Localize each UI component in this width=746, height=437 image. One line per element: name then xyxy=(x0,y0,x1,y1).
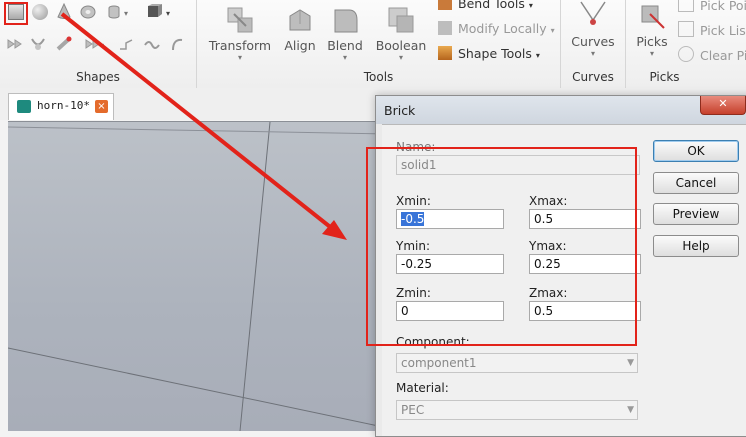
material-label: Material: xyxy=(396,381,449,395)
bend-tools-item[interactable]: Bend Tools ▾ xyxy=(438,0,533,11)
wave-icon[interactable] xyxy=(144,36,160,52)
rotate-profile-icon[interactable] xyxy=(6,36,22,52)
shapes-group: ▾ ▾ ▾ Shapes xyxy=(0,0,197,88)
material-dropdown-arrow-icon: ▼ xyxy=(627,405,634,415)
document-tab-label: horn-10* xyxy=(37,99,90,112)
blend-caret-icon: ▾ xyxy=(342,53,347,62)
project-wave-icon xyxy=(17,100,31,113)
picks-group: Picks ▾ Pick Poin Pick Lists Clear Pic P… xyxy=(626,0,746,88)
sweep-icon[interactable] xyxy=(56,36,72,52)
blend-button[interactable]: Blend ▾ xyxy=(325,4,365,63)
extrude-icon[interactable] xyxy=(146,3,162,19)
tools-group-label: Tools xyxy=(363,70,394,84)
brick-icon-highlight xyxy=(4,2,28,25)
ribbon: ▾ ▾ ▾ Shapes Transform ▾ Align Blend ▾ B… xyxy=(0,0,746,89)
dialog-close-icon[interactable]: ✕ xyxy=(700,96,746,115)
picks-group-label: Picks xyxy=(649,70,680,84)
preview-button[interactable]: Preview xyxy=(653,203,739,225)
component-select[interactable]: component1 ▼ xyxy=(396,353,638,373)
curves-icon xyxy=(577,0,609,32)
clear-picks-icon xyxy=(678,46,694,62)
pick-lists-label: Pick Lists xyxy=(700,23,746,38)
modify-locally-item[interactable]: Modify Locally ▾ xyxy=(438,21,555,36)
curves-group-label: Curves xyxy=(572,70,614,84)
pick-points-icon xyxy=(678,0,694,12)
picks-button[interactable]: Picks ▾ xyxy=(632,0,672,59)
material-select[interactable]: PEC ▼ xyxy=(396,400,638,420)
modify-locally-caret-icon: ▾ xyxy=(550,26,555,35)
boolean-button[interactable]: Boolean ▾ xyxy=(373,4,429,63)
blend-icon xyxy=(329,4,361,36)
picks-caret-icon: ▾ xyxy=(649,49,654,58)
pick-lists-item[interactable]: Pick Lists xyxy=(678,21,746,38)
modify-locally-label: Modify Locally xyxy=(458,21,547,36)
spline-icon[interactable] xyxy=(170,36,186,52)
curves-button[interactable]: Curves ▾ xyxy=(571,0,615,59)
bend-tools-caret-icon: ▾ xyxy=(528,1,533,10)
shape-tools-item[interactable]: Shape Tools ▾ xyxy=(438,46,540,61)
cancel-button[interactable]: Cancel xyxy=(653,172,739,194)
dialog-title: Brick xyxy=(384,103,416,118)
cone-icon[interactable] xyxy=(56,2,72,19)
curves-group: Curves ▾ Curves xyxy=(561,0,626,88)
modify-locally-icon xyxy=(438,21,452,35)
3d-viewport[interactable] xyxy=(8,121,388,431)
material-value: PEC xyxy=(401,403,425,417)
curves-label: Curves xyxy=(571,34,615,49)
align-icon xyxy=(284,4,316,36)
component-dropdown-arrow-icon: ▼ xyxy=(627,358,634,368)
boolean-label: Boolean xyxy=(375,38,427,53)
model-edge-diagonal xyxy=(8,347,388,429)
transform-button[interactable]: Transform ▾ xyxy=(205,4,275,63)
cylinder-icon[interactable] xyxy=(106,4,122,20)
svg-text:▾: ▾ xyxy=(100,41,104,50)
shape-tools-label: Shape Tools xyxy=(458,46,532,61)
bend-tools-label: Bend Tools xyxy=(458,0,525,11)
align-button[interactable]: Align xyxy=(277,4,323,53)
pick-points-label: Pick Poin xyxy=(700,0,746,13)
extrude-caret-icon[interactable]: ▾ xyxy=(166,9,182,25)
boolean-icon xyxy=(385,4,417,36)
bend-tools-icon xyxy=(438,0,452,10)
blend-label: Blend xyxy=(327,38,363,53)
document-tab[interactable]: horn-10* × xyxy=(8,93,114,120)
pick-points-item[interactable]: Pick Poin xyxy=(678,0,746,13)
shapes-group-label: Shapes xyxy=(76,70,120,84)
component-value: component1 xyxy=(401,356,477,370)
align-label: Align xyxy=(284,38,316,53)
picks-label: Picks xyxy=(636,34,668,49)
import-icon[interactable]: ▾ xyxy=(84,36,104,52)
clear-picks-item[interactable]: Clear Pic xyxy=(678,46,746,63)
sphere-icon[interactable] xyxy=(32,4,48,20)
curves-caret-icon: ▾ xyxy=(590,49,595,58)
transform-label: Transform xyxy=(208,38,272,53)
shape-tools-caret-icon: ▾ xyxy=(535,51,540,60)
transform-icon xyxy=(224,4,256,36)
model-edge-vertical xyxy=(239,122,271,431)
loft-icon[interactable] xyxy=(30,36,46,52)
viewport-geometry xyxy=(8,122,388,431)
tab-close-icon[interactable]: × xyxy=(95,100,108,113)
transform-caret-icon: ▾ xyxy=(237,53,242,62)
clear-picks-label: Clear Pic xyxy=(700,48,746,63)
pick-lists-icon xyxy=(678,21,694,37)
shapes-more-caret-icon[interactable]: ▾ xyxy=(124,9,140,25)
ok-button[interactable]: OK xyxy=(653,140,739,162)
tools-group: Transform ▾ Align Blend ▾ Boolean ▾ Bend… xyxy=(197,0,561,88)
help-button[interactable]: Help xyxy=(653,235,739,257)
shape-tools-icon xyxy=(438,46,452,60)
picks-icon xyxy=(636,0,668,32)
dialog-title-bar: Brick ✕ xyxy=(376,96,746,124)
boolean-caret-icon: ▾ xyxy=(398,53,403,62)
coordinates-highlight xyxy=(366,147,637,346)
torus-icon[interactable] xyxy=(80,4,96,20)
model-edge-top xyxy=(8,126,388,135)
curve-profile-icon[interactable] xyxy=(118,36,134,52)
